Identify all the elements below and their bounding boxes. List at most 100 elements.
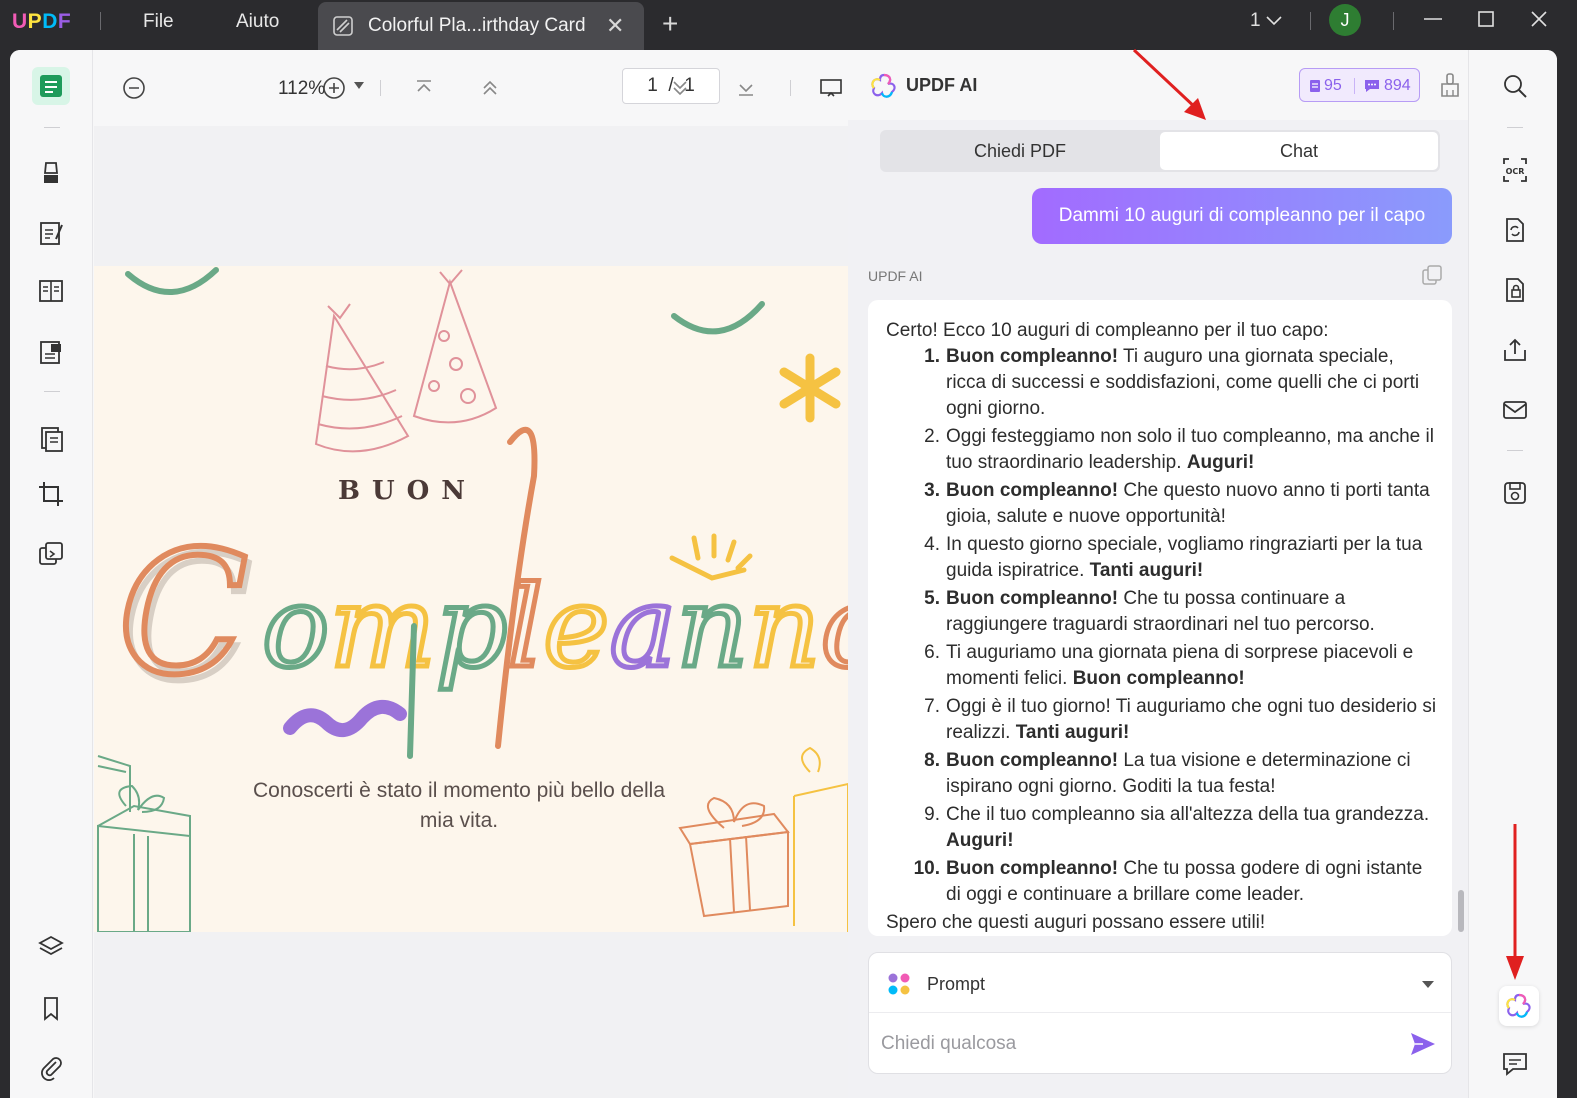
- svg-text:OCR: OCR: [1506, 167, 1525, 176]
- divider: [790, 80, 791, 96]
- ocr-button[interactable]: OCR: [1499, 154, 1531, 186]
- list-item-number: 6.: [924, 642, 940, 663]
- save-button[interactable]: [1499, 477, 1531, 509]
- comment-tool-button[interactable]: [32, 154, 70, 192]
- layers-icon: [38, 935, 64, 956]
- ai-response-item: 6. Ti auguriamo una giornata piena di sor…: [886, 640, 1438, 692]
- zoom-level[interactable]: 112%: [278, 78, 325, 100]
- attachment-button[interactable]: [32, 1048, 70, 1086]
- ai-credits-badge[interactable]: 95 894: [1299, 68, 1420, 102]
- document-tab-title: Colorful Pla...irthday Card: [368, 15, 586, 36]
- list-item-number: 4.: [924, 534, 940, 555]
- reader-mode-button[interactable]: [32, 67, 70, 105]
- comments-panel-button[interactable]: [1499, 1048, 1531, 1080]
- first-page-icon: [417, 80, 431, 92]
- email-button[interactable]: [1499, 394, 1531, 426]
- search-button[interactable]: [1499, 70, 1531, 102]
- ai-mode-switch: Chiedi PDF Chat: [880, 130, 1440, 172]
- divider: [380, 80, 381, 96]
- list-item-lead: Buon compleanno!: [946, 858, 1119, 879]
- menu-help[interactable]: Aiuto: [236, 11, 279, 33]
- next-page-icon: [673, 81, 687, 96]
- form-tool-button[interactable]: [32, 333, 70, 371]
- zoom-out-button[interactable]: [120, 74, 148, 102]
- protect-button[interactable]: [1499, 274, 1531, 306]
- list-item-number: 9.: [924, 804, 940, 825]
- document-copy-icon: [41, 427, 63, 452]
- edit-icon: [40, 222, 63, 245]
- list-item-number: 3.: [924, 480, 940, 501]
- presentation-icon: [820, 79, 842, 97]
- maximize-icon[interactable]: [1471, 4, 1501, 34]
- ai-response-item: 4. In questo giorno speciale, vogliamo ri…: [886, 532, 1438, 584]
- ai-response-item: 8. Buon compleanno! La tua visione e dete…: [886, 748, 1438, 800]
- title-bar: UPDF File Aiuto Colorful Pla...irthday C…: [0, 0, 1577, 50]
- tab-chat[interactable]: Chat: [1160, 132, 1438, 170]
- list-item-number: 2.: [924, 426, 940, 447]
- ai-assistant-panel: UPDF AI 95 894 Chiedi PDF Chat Dammi 10 …: [848, 50, 1468, 1098]
- copy-icon[interactable]: [1421, 264, 1443, 286]
- batch-tools-button[interactable]: [32, 535, 70, 573]
- new-tab-button[interactable]: +: [662, 8, 678, 40]
- ai-response-item: 10. Buon compleanno! Che tu possa godere …: [886, 856, 1438, 908]
- close-window-icon[interactable]: [1524, 4, 1554, 34]
- ai-panel-title: UPDF AI: [906, 75, 978, 95]
- ai-response-item: 2. Oggi festeggiamo non solo il tuo compl…: [886, 424, 1438, 476]
- chevron-down-icon: [1266, 16, 1282, 26]
- document-tab-icon: [333, 16, 353, 36]
- document-viewer[interactable]: C C ompleanno BUON Conoscerti è stato il…: [94, 126, 848, 1098]
- prompt-selector[interactable]: Prompt: [869, 953, 1451, 1013]
- user-avatar[interactable]: J: [1329, 4, 1361, 36]
- list-item-number: 5.: [924, 588, 940, 609]
- crop-icon: [39, 482, 63, 506]
- list-item-lead: Buon compleanno!: [946, 750, 1119, 771]
- window-count[interactable]: 1: [1250, 10, 1282, 32]
- bookmark-button[interactable]: [32, 989, 70, 1027]
- svg-text:ompleanno: ompleanno: [262, 563, 848, 693]
- close-tab-icon[interactable]: ✕: [606, 13, 624, 39]
- updf-logo: UPDF: [12, 10, 72, 33]
- left-toolbar: [10, 50, 93, 1098]
- list-item-text: Che il tuo compleanno sia all'altezza de…: [946, 804, 1430, 825]
- protect-icon: [1506, 278, 1524, 302]
- crop-button[interactable]: [32, 475, 70, 513]
- zoom-dropdown-icon[interactable]: [354, 82, 364, 89]
- chat-scrollbar[interactable]: [1458, 890, 1464, 932]
- page-tools-button[interactable]: [32, 420, 70, 458]
- highlighter-icon: [44, 162, 58, 183]
- zoom-out-icon: [123, 77, 145, 99]
- tab-chiedi-pdf[interactable]: Chiedi PDF: [882, 132, 1158, 170]
- convert-button[interactable]: [1499, 214, 1531, 246]
- presentation-button[interactable]: [818, 74, 846, 102]
- reader-icon: [40, 75, 62, 97]
- edit-pdf-button[interactable]: [32, 214, 70, 252]
- share-button[interactable]: [1499, 334, 1531, 366]
- ask-input[interactable]: [881, 1025, 1381, 1063]
- document-tab[interactable]: Colorful Pla...irthday Card ✕: [318, 2, 644, 50]
- divider: [1354, 78, 1355, 94]
- list-item-lead: Buon compleanno!: [946, 346, 1119, 367]
- previous-page-button[interactable]: [476, 74, 504, 102]
- broom-icon[interactable]: [1438, 72, 1462, 98]
- last-page-icon: [739, 84, 753, 96]
- last-page-button[interactable]: [732, 74, 760, 102]
- send-icon[interactable]: [1409, 1031, 1437, 1057]
- form-icon: [40, 341, 61, 364]
- minimize-icon[interactable]: [1418, 4, 1448, 34]
- layers-button[interactable]: [32, 928, 70, 966]
- list-item-lead: Buon compleanno!: [946, 588, 1119, 609]
- app-window: 112% 1 / 1 C C ompleann BUON Conoscerti …: [10, 50, 1557, 1098]
- first-page-button[interactable]: [410, 74, 438, 102]
- list-item-number: 8.: [924, 750, 940, 771]
- card-buon-text: BUON: [338, 476, 478, 506]
- attachment-icon: [41, 1057, 62, 1081]
- zoom-in-button[interactable]: [320, 74, 348, 102]
- updf-ai-button[interactable]: [1499, 986, 1539, 1026]
- prompt-label: Prompt: [927, 974, 986, 994]
- menu-file[interactable]: File: [143, 11, 174, 33]
- ai-response-outro: Spero che questi auguri possano essere u…: [886, 912, 1266, 933]
- next-page-button[interactable]: [666, 74, 694, 102]
- organize-pages-button[interactable]: [32, 272, 70, 310]
- birthday-card-page: C C ompleanno BUON Conoscerti è stato il…: [94, 266, 848, 932]
- divider: [44, 391, 60, 392]
